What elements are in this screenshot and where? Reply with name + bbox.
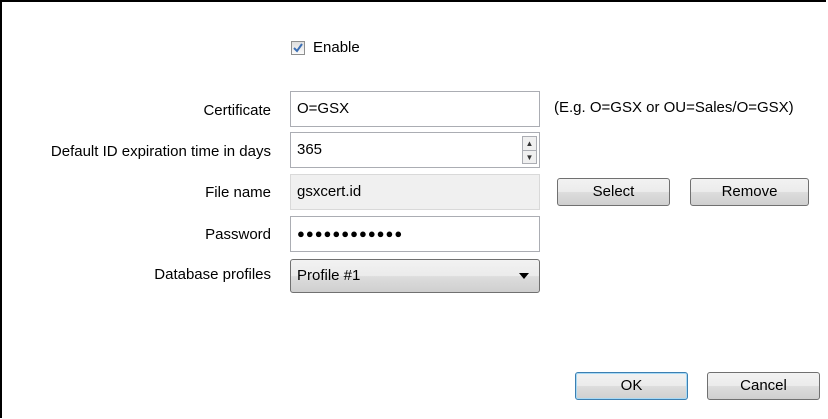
enable-label: Enable (313, 39, 360, 56)
settings-dialog: Enable Certificate O=GSX (E.g. O=GSX or … (0, 0, 826, 418)
cancel-button[interactable]: Cancel (707, 372, 820, 400)
checkmark-icon (293, 43, 303, 53)
file-name-field: gsxcert.id (290, 174, 540, 210)
enable-checkbox[interactable] (291, 41, 305, 55)
arrow-up-icon[interactable]: ▲ (523, 137, 536, 150)
expiration-value: 365 (297, 141, 323, 158)
database-profiles-label: Database profiles (154, 266, 271, 283)
database-profiles-select[interactable]: Profile #1 (290, 259, 540, 293)
password-label: Password (205, 226, 271, 243)
file-name-label: File name (205, 184, 271, 201)
expiration-stepper[interactable]: 365 ▲ ▼ (290, 132, 540, 168)
database-profiles-value: Profile #1 (297, 267, 361, 284)
certificate-hint: (E.g. O=GSX or OU=Sales/O=GSX) (554, 99, 794, 116)
certificate-label: Certificate (203, 102, 271, 119)
expiration-label: Default ID expiration time in days (50, 143, 271, 160)
select-button[interactable]: Select (557, 178, 670, 206)
spin-buttons[interactable]: ▲ ▼ (522, 136, 537, 164)
certificate-input[interactable]: O=GSX (290, 91, 540, 127)
remove-button[interactable]: Remove (690, 178, 809, 206)
ok-button[interactable]: OK (575, 372, 688, 400)
arrow-down-icon[interactable]: ▼ (523, 150, 536, 164)
password-input[interactable]: ●●●●●●●●●●●● (290, 216, 540, 252)
chevron-down-icon (519, 273, 529, 279)
